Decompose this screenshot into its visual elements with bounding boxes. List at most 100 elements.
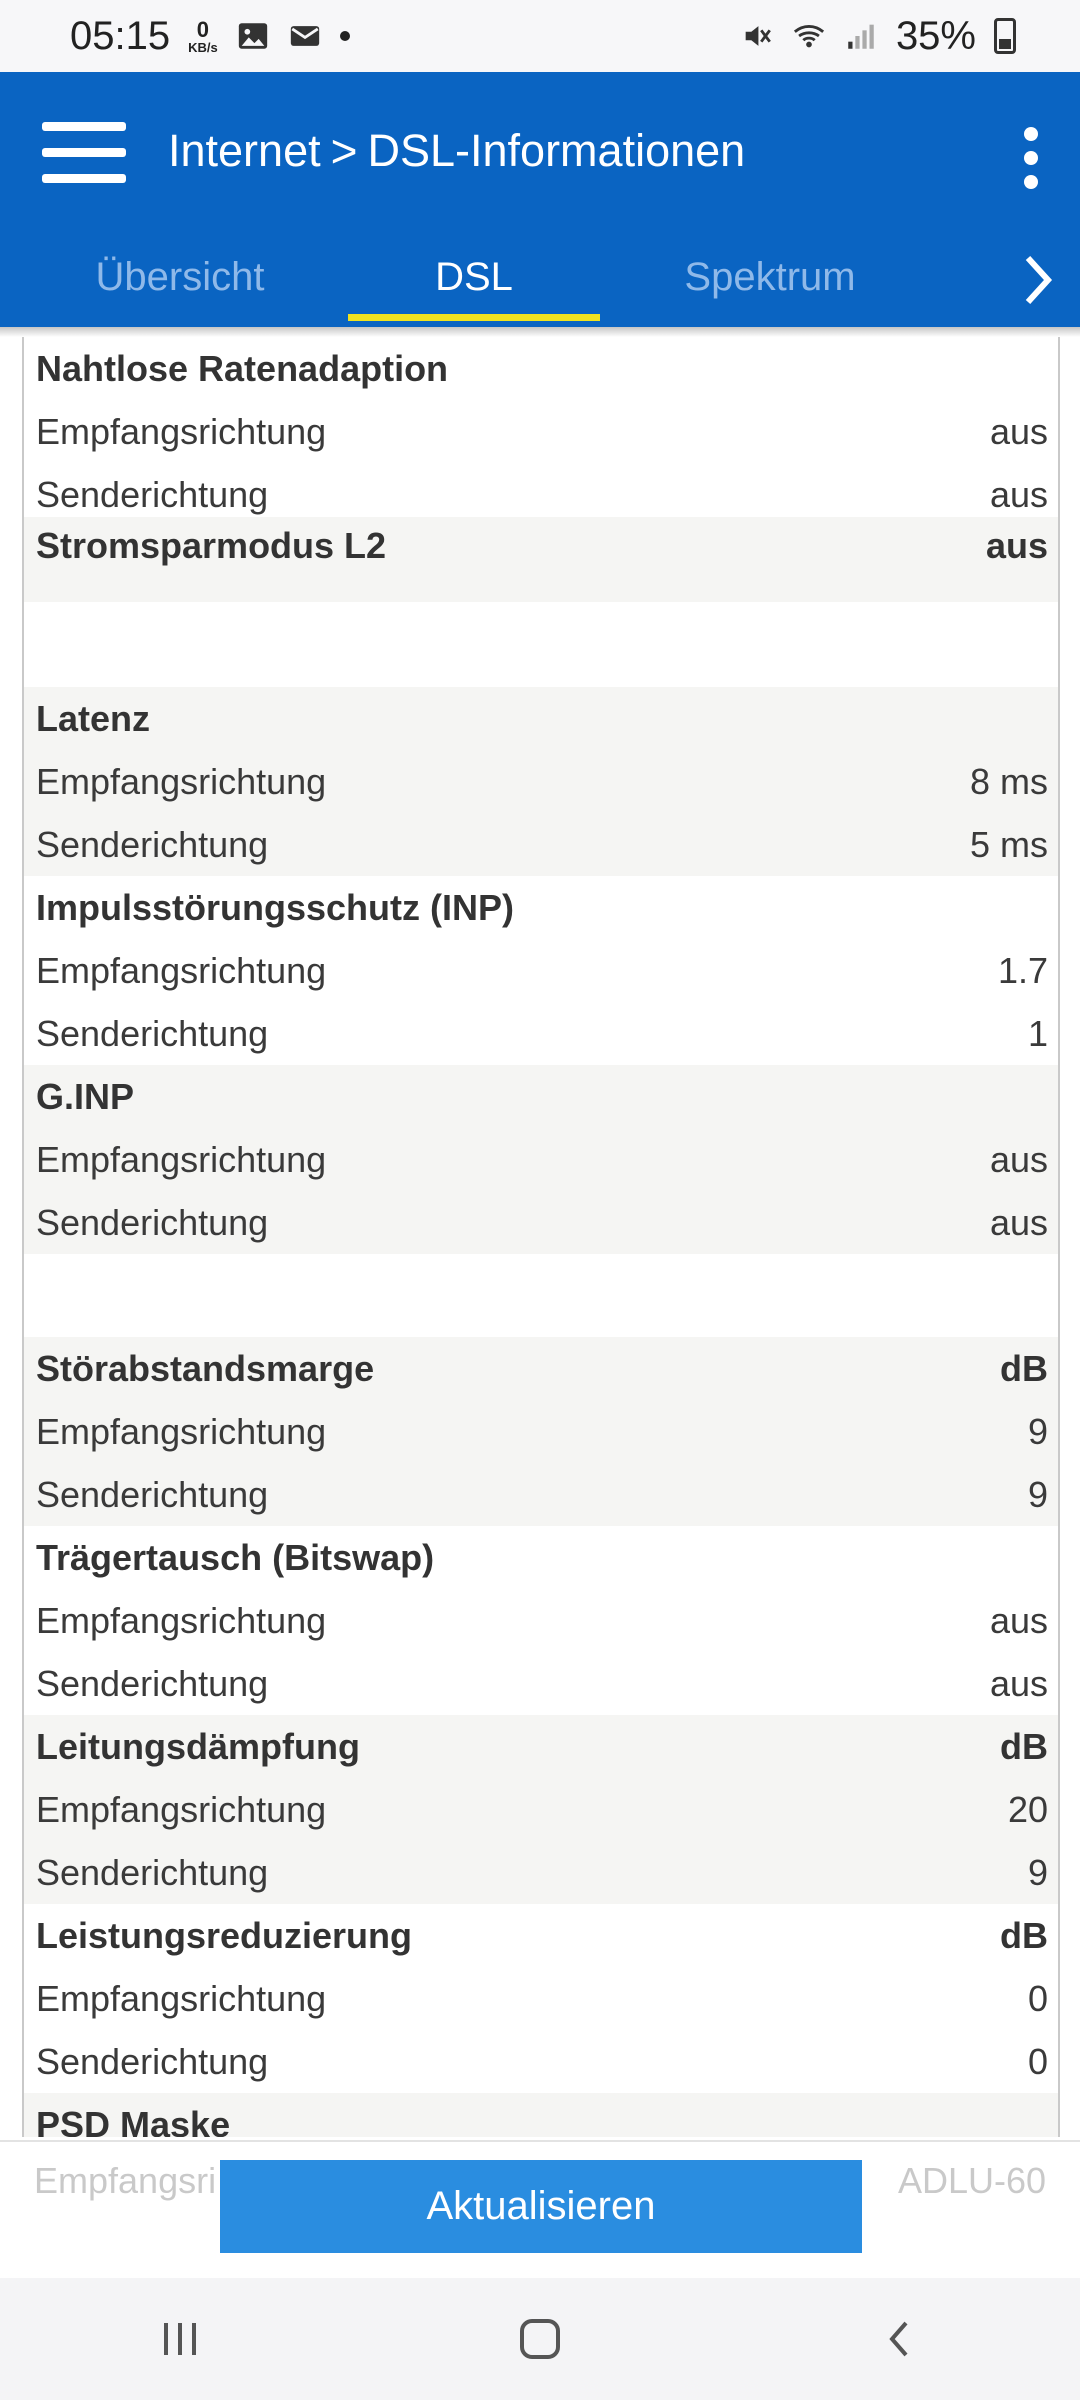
image-icon <box>238 23 267 49</box>
status-bar: 05:15 0 KB/s 35% <box>0 0 1080 72</box>
row-value: 5 ms <box>969 823 1048 865</box>
breadcrumb-internet[interactable]: Internet <box>168 125 321 177</box>
network-speed: 0 KB/s <box>188 16 218 55</box>
faded-row-label: Empfangsri <box>34 2160 217 2201</box>
row-label: Senderichtung <box>36 1851 269 1893</box>
row-value: 9 <box>1027 1473 1048 1515</box>
row-label: G.INP <box>36 1075 135 1117</box>
row-label: Empfangsrichtung <box>36 1410 327 1452</box>
row-label: Stromsparmodus L2 <box>36 525 387 566</box>
row-label: Empfangsrichtung <box>36 1138 327 1180</box>
table-row: Empfangsrichtung aus <box>24 1128 1058 1191</box>
table-row: Empfangsrichtung aus <box>24 1589 1058 1652</box>
row-label: Nahtlose Ratenadaption <box>36 347 449 389</box>
app-bar: Internet > DSL-Informationen Übersicht D… <box>0 72 1080 327</box>
table-row: Empfangsrichtung 8 ms <box>24 750 1058 813</box>
row-value: aus <box>985 525 1048 566</box>
notification-dot <box>339 31 350 41</box>
mute-icon <box>745 26 771 46</box>
row-label: PSD Maske <box>36 2103 231 2138</box>
signal-icon <box>848 24 874 49</box>
back-icon <box>889 2321 908 2357</box>
chevron-right-icon[interactable] <box>1018 250 1058 310</box>
row-value: aus <box>989 1201 1048 1243</box>
breadcrumb-dsl-informationen: DSL-Informationen <box>367 125 746 176</box>
row-label: Latenz <box>36 697 151 739</box>
row-label: Störabstandsmarge <box>36 1347 375 1389</box>
status-right: 35% <box>740 14 1016 59</box>
breadcrumb: Internet > DSL-Informationen <box>168 124 745 178</box>
dsl-info-table: Nahtlose Ratenadaption Empfangsrichtung … <box>22 337 1060 2137</box>
refresh-button[interactable]: Aktualisieren <box>220 2160 862 2253</box>
row-label: Senderichtung <box>36 1201 269 1243</box>
appbar-shadow <box>0 327 1080 337</box>
table-row: Empfangsrichtung 20 <box>24 1778 1058 1841</box>
network-speed-value: 0 <box>196 16 210 42</box>
row-label: Trägertausch (Bitswap) <box>36 1536 435 1578</box>
tab-spektrum[interactable]: Spektrum <box>640 237 900 327</box>
row-value: aus <box>989 1599 1048 1641</box>
table-row-header: Nahtlose Ratenadaption <box>24 337 1058 400</box>
battery-icon <box>994 18 1016 54</box>
table-row: Senderichtung aus <box>24 1191 1058 1254</box>
table-row-header: Trägertausch (Bitswap) <box>24 1526 1058 1589</box>
table-row-header: Störabstandsmarge dB <box>24 1337 1058 1400</box>
table-row: Senderichtung 9 <box>24 1841 1058 1904</box>
row-value: aus <box>989 410 1048 452</box>
network-speed-unit: KB/s <box>188 39 218 55</box>
row-value: aus <box>989 1662 1048 1704</box>
row-label: Senderichtung <box>36 1473 269 1515</box>
row-label: Leistungsreduzierung <box>36 1914 413 1956</box>
table-row: Senderichtung 5 ms <box>24 813 1058 876</box>
row-label: Empfangsrichtung <box>36 949 327 991</box>
table-row: Empfangsrichtung 9 <box>24 1400 1058 1463</box>
row-value: dB <box>1000 1347 1048 1389</box>
row-value: 0 <box>1027 2040 1048 2082</box>
table-row: Empfangsrichtung 0 <box>24 1967 1058 2030</box>
table-row: Senderichtung 1 <box>24 1002 1058 1065</box>
row-label: Senderichtung <box>36 823 269 865</box>
active-tab-indicator <box>348 314 600 321</box>
row-value: 1.7 <box>997 949 1048 991</box>
row-value: 9 <box>1027 1851 1048 1893</box>
row-value: aus <box>989 1138 1048 1180</box>
row-value: 0 <box>1027 1977 1048 2019</box>
row-value: dB <box>1000 1914 1048 1956</box>
table-row-header: Leistungsreduzierung dB <box>24 1904 1058 1967</box>
table-row: Senderichtung aus <box>24 1652 1058 1715</box>
row-label: Senderichtung <box>36 1012 269 1054</box>
row-label: Senderichtung <box>36 1662 269 1704</box>
overflow-menu-icon[interactable] <box>1024 127 1038 189</box>
status-left: 05:15 0 KB/s <box>70 14 350 59</box>
recents-button[interactable] <box>120 2294 240 2384</box>
table-row-header: PSD Maske <box>24 2093 1058 2137</box>
table-row-header: Leitungsdämpfung dB <box>24 1715 1058 1778</box>
row-value: 8 ms <box>969 760 1048 802</box>
system-nav-bar <box>0 2278 1080 2400</box>
row-label: Impulsstörungsschutz (INP) <box>36 886 515 928</box>
home-icon <box>520 2319 560 2359</box>
table-row-header: Latenz <box>24 687 1058 750</box>
row-label: Senderichtung <box>36 473 269 515</box>
table-row: Senderichtung 0 <box>24 2030 1058 2093</box>
row-value: dB <box>1000 1725 1048 1767</box>
recents-icon <box>164 2323 196 2355</box>
row-value: 20 <box>1007 1788 1048 1830</box>
row-label: Empfangsrichtung <box>36 760 327 802</box>
row-label: Empfangsrichtung <box>36 410 327 452</box>
battery-percent: 35% <box>895 13 976 58</box>
wifi-icon <box>793 25 825 48</box>
back-button[interactable] <box>840 2294 960 2384</box>
row-label: Senderichtung <box>36 2040 269 2082</box>
mail-icon <box>290 26 319 46</box>
faded-row-value: ADLU-60 <box>897 2160 1046 2201</box>
table-row: Empfangsrichtung 1.7 <box>24 939 1058 1002</box>
table-row-header: Impulsstörungsschutz (INP) <box>24 876 1058 939</box>
table-row-header: Stromsparmodus L2 aus <box>24 517 1058 602</box>
row-label: Empfangsrichtung <box>36 1599 327 1641</box>
tab-uebersicht[interactable]: Übersicht <box>40 237 320 327</box>
hamburger-menu-icon[interactable] <box>42 122 126 184</box>
home-button[interactable] <box>480 2294 600 2384</box>
row-label: Empfangsrichtung <box>36 1788 327 1830</box>
table-row-header: G.INP <box>24 1065 1058 1128</box>
